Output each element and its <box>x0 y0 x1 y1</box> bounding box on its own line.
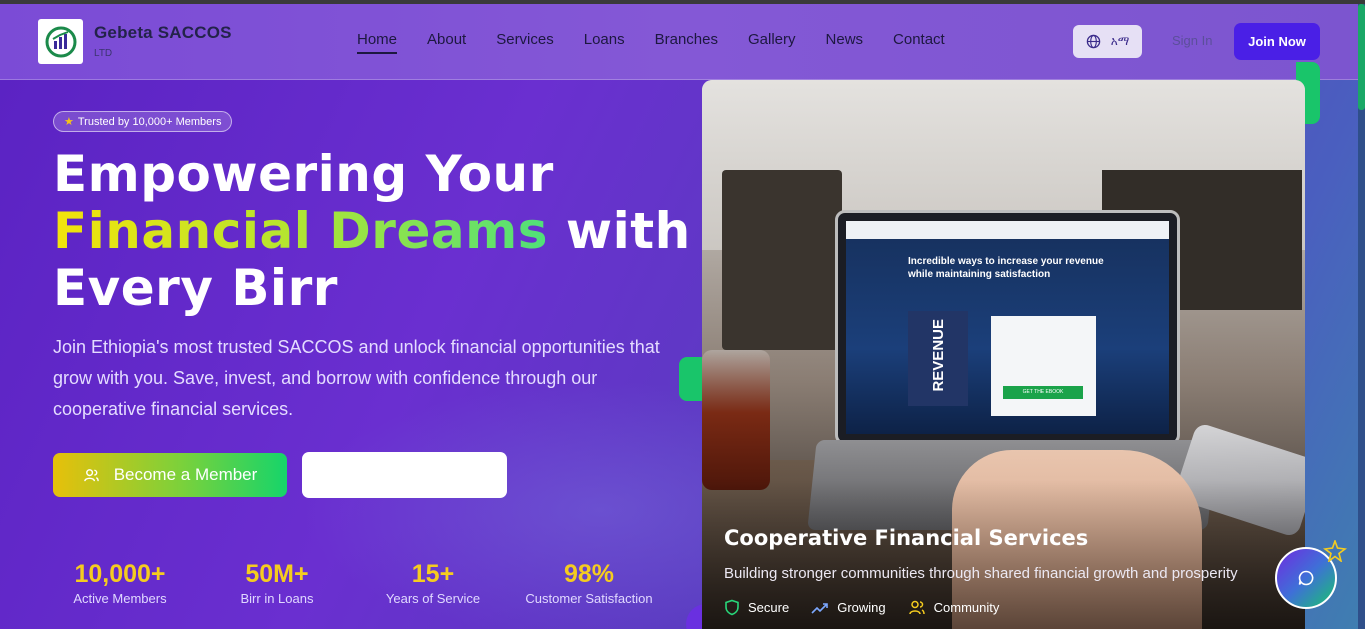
users-icon <box>83 468 99 481</box>
shield-icon <box>725 599 739 616</box>
nav-branches[interactable]: Branches <box>655 31 718 48</box>
nav-contact[interactable]: Contact <box>893 31 945 48</box>
hero-title-line1: Empowering Your <box>53 145 554 203</box>
stat-label: Birr in Loans <box>240 591 314 606</box>
nav-loans[interactable]: Loans <box>584 31 625 48</box>
nav-about[interactable]: About <box>427 31 466 48</box>
photo-shelf <box>722 170 842 350</box>
hero-title-with: with <box>547 202 691 260</box>
nav-news[interactable]: News <box>826 31 864 48</box>
stat-satisfaction: 98% Customer Satisfaction <box>518 560 660 606</box>
tag-label: Community <box>933 600 1000 615</box>
tag-community: Community <box>908 599 1000 616</box>
become-member-label: Become a Member <box>113 465 258 484</box>
screen-form: GET THE EBOOK <box>991 316 1096 416</box>
stat-loans: 50M+ Birr in Loans <box>210 560 344 606</box>
tag-label: Growing <box>837 600 886 615</box>
stat-value: 98% <box>563 560 615 588</box>
navbar: Gebeta SACCOS LTD Home About Services Lo… <box>0 4 1358 80</box>
card-title: Cooperative Financial Services <box>724 526 1089 550</box>
sparkle-icon <box>1323 540 1347 562</box>
trust-badge-label: Trusted by 10,000+ Members <box>77 115 222 128</box>
card-subtitle: Building stronger communities through sh… <box>724 565 1238 582</box>
screen-heading: Incredible ways to increase your revenue… <box>908 256 1104 280</box>
nav-home[interactable]: Home <box>357 31 398 54</box>
hero-title-highlight: Financial Dreams <box>53 202 548 260</box>
stat-label: Customer Satisfaction <box>525 591 653 606</box>
language-label: አማ <box>1110 34 1130 48</box>
hero-title-line3: Every Birr <box>53 259 338 317</box>
stat-label: Active Members <box>73 591 167 606</box>
brand-name[interactable]: Gebeta SACCOS <box>94 23 232 43</box>
join-now-button[interactable]: Join Now <box>1234 23 1320 60</box>
card-tags: Secure Growing Community <box>724 599 999 616</box>
tag-growing: Growing <box>811 599 886 616</box>
scrollbar-thumb[interactable] <box>1358 4 1365 110</box>
hero-title: Empowering Your Financial Dreams with Ev… <box>53 146 693 317</box>
screen-ebook-title: REVENUE <box>930 319 947 392</box>
screen-ebook-cover: REVENUE <box>908 311 968 406</box>
chart-logo-icon <box>45 26 76 57</box>
stat-years: 15+ Years of Service <box>366 560 500 606</box>
stat-value: 50M+ <box>245 560 309 588</box>
tag-secure: Secure <box>724 599 789 616</box>
laptop-display: Incredible ways to increase your revenue… <box>846 221 1169 434</box>
trending-up-icon <box>811 602 829 614</box>
logo[interactable] <box>38 19 83 64</box>
main-menu: Home About Services Loans Branches Galle… <box>357 31 975 54</box>
stat-members: 10,000+ Active Members <box>53 560 187 606</box>
stat-value: 10,000+ <box>74 560 166 588</box>
laptop-screen: Incredible ways to increase your revenue… <box>835 210 1180 445</box>
globe-icon <box>1086 34 1100 49</box>
secondary-cta-button[interactable] <box>302 452 507 498</box>
stat-label: Years of Service <box>385 591 481 606</box>
nav-services[interactable]: Services <box>496 31 554 48</box>
become-member-button[interactable]: Become a Member <box>53 453 287 497</box>
trust-badge: ★ Trusted by 10,000+ Members <box>53 111 233 132</box>
screen-ebook-button-label: GET THE EBOOK <box>1022 389 1064 395</box>
star-icon: ★ <box>64 116 74 128</box>
tag-label: Secure <box>748 600 790 615</box>
chat-bubble-icon <box>1298 570 1314 586</box>
hero-description: Join Ethiopia's most trusted SACCOS and … <box>53 337 660 419</box>
photo-jar <box>702 350 770 490</box>
stat-value: 15+ <box>411 560 455 588</box>
nav-gallery[interactable]: Gallery <box>748 31 796 48</box>
screen-ebook-button: GET THE EBOOK <box>1003 386 1083 399</box>
brand-subtitle: LTD <box>94 48 113 59</box>
signin-link[interactable]: Sign In <box>1172 33 1212 48</box>
users-icon <box>908 600 925 615</box>
screen-browser-bar <box>846 221 1169 239</box>
language-switcher[interactable]: አማ <box>1073 25 1142 58</box>
hero-image-card: Incredible ways to increase your revenue… <box>702 80 1305 629</box>
